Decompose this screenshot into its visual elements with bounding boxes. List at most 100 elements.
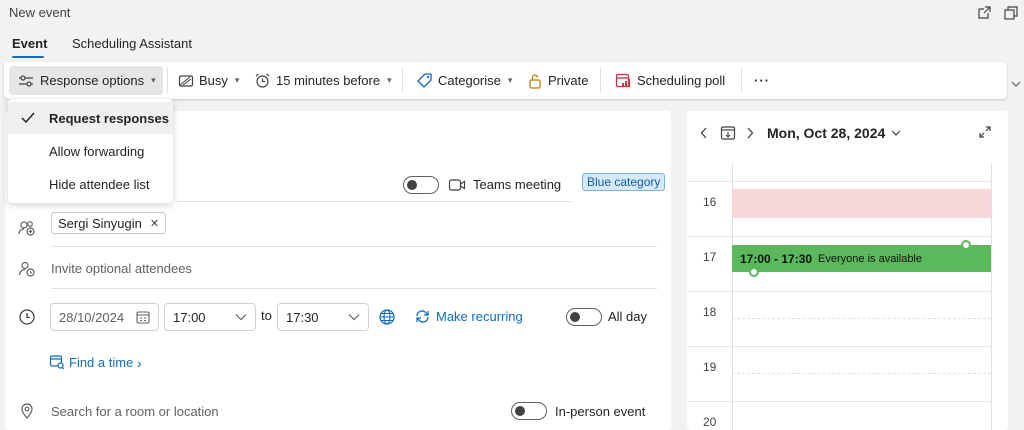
- attendee-name: Sergi Sinyugin: [58, 215, 142, 231]
- chevron-down-icon: [235, 313, 247, 321]
- category-badge[interactable]: Blue category: [582, 173, 666, 191]
- optional-attendees-input[interactable]: Invite optional attendees: [51, 261, 192, 276]
- toolbar-divider: [402, 68, 403, 93]
- more-options-button[interactable]: ···: [754, 62, 770, 99]
- start-time-select[interactable]: 17:00: [164, 303, 256, 331]
- teams-meeting-label: Teams meeting: [473, 177, 562, 192]
- all-day-toggle[interactable]: [566, 308, 602, 326]
- optional-underline: [51, 288, 657, 289]
- menu-item-label: Hide attendee list: [49, 176, 150, 192]
- end-time-value: 17:30: [286, 309, 319, 325]
- pop-out-icon[interactable]: [976, 5, 992, 21]
- lock-icon: [527, 73, 543, 89]
- end-time-select[interactable]: 17:30: [277, 303, 369, 331]
- start-date-field[interactable]: 28/10/2024: [50, 303, 159, 331]
- busy-label: Busy: [199, 73, 228, 88]
- half-hour-line: [732, 318, 991, 319]
- chevron-left-icon[interactable]: [700, 127, 708, 139]
- menu-item-request-responses[interactable]: Request responses: [8, 102, 173, 134]
- half-hour-line: [732, 373, 991, 374]
- menu-item-label: Allow forwarding: [49, 143, 145, 159]
- checkmark-icon: [20, 111, 36, 125]
- scheduling-poll-button[interactable]: Scheduling poll: [615, 62, 725, 99]
- clock-icon: [18, 308, 36, 326]
- hour-label: 17: [703, 250, 717, 264]
- optional-people-icon: [18, 260, 36, 278]
- response-options-menu: Request responses Allow forwarding Hide …: [8, 99, 173, 203]
- hour-line: [687, 291, 991, 292]
- categorise-button[interactable]: Categorise ▾: [416, 62, 512, 99]
- day-calendar-panel: Mon, Oct 28, 2024 16 17 18 19 20 17:00 -…: [687, 111, 1008, 430]
- response-options-label: Response options: [40, 73, 145, 88]
- menu-item-allow-forwarding[interactable]: Allow forwarding: [8, 135, 173, 167]
- title-underline: [176, 201, 571, 202]
- private-button[interactable]: Private: [527, 62, 588, 99]
- restore-icon[interactable]: [1003, 5, 1019, 21]
- recurring-icon: [414, 308, 431, 325]
- toolbar-divider: [600, 68, 601, 93]
- availability-text: Everyone is available: [818, 252, 922, 265]
- start-time-value: 17:00: [173, 309, 206, 325]
- chevron-down-icon: ▾: [151, 75, 156, 85]
- hour-line: [687, 181, 991, 182]
- toolbar-divider: [167, 68, 168, 93]
- reminder-button[interactable]: 15 minutes before ▾: [254, 62, 392, 99]
- hour-label: 18: [703, 305, 717, 319]
- remove-attendee-icon[interactable]: ✕: [150, 217, 159, 230]
- calendar-date-label: Mon, Oct 28, 2024: [767, 125, 886, 141]
- tag-icon: [416, 72, 433, 89]
- tab-scheduling-assistant[interactable]: Scheduling Assistant: [72, 36, 192, 51]
- sliders-icon: [17, 73, 35, 89]
- chevron-right-icon: ›: [137, 355, 142, 371]
- find-time-icon: [49, 354, 65, 370]
- toolbar: Response options ▾ Busy ▾ 15 minutes bef…: [4, 62, 1007, 99]
- calendar-date-picker[interactable]: Mon, Oct 28, 2024: [767, 125, 901, 141]
- reminder-label: 15 minutes before: [276, 73, 381, 88]
- private-label: Private: [548, 73, 589, 88]
- tab-event[interactable]: Event: [12, 36, 47, 51]
- location-pin-icon: [19, 402, 35, 419]
- categorise-label: Categorise: [438, 73, 501, 88]
- response-options-button[interactable]: Response options ▾: [9, 66, 163, 95]
- calendar-border: [991, 163, 992, 430]
- in-person-toggle[interactable]: [511, 402, 547, 420]
- menu-item-hide-attendee-list[interactable]: Hide attendee list: [8, 168, 173, 200]
- busy-time-block: [732, 189, 991, 218]
- globe-icon[interactable]: [378, 308, 396, 326]
- toolbar-divider: [741, 68, 742, 93]
- hour-label: 20: [703, 415, 717, 429]
- chevron-down-icon[interactable]: [1011, 80, 1021, 88]
- make-recurring-button[interactable]: Make recurring: [436, 309, 523, 324]
- chevron-right-icon[interactable]: [746, 127, 754, 139]
- hour-line: [687, 401, 991, 402]
- attendees-underline: [51, 246, 657, 247]
- to-label: to: [261, 308, 272, 323]
- event-resize-handle-top[interactable]: [961, 240, 971, 250]
- expand-icon[interactable]: [978, 125, 992, 139]
- today-calendar-icon[interactable]: [720, 125, 736, 141]
- teams-meeting-toggle[interactable]: [403, 176, 439, 194]
- event-time-range: 17:00 - 17:30: [740, 251, 813, 266]
- poll-calendar-icon: [615, 72, 632, 89]
- attendee-chip[interactable]: Sergi Sinyugin ✕: [51, 212, 167, 234]
- event-resize-handle-bottom[interactable]: [749, 267, 759, 277]
- location-input[interactable]: Search for a room or location: [51, 404, 219, 419]
- chevron-down-icon: [891, 130, 901, 137]
- busy-status-icon: [178, 73, 194, 89]
- chevron-down-icon: ▾: [387, 75, 392, 85]
- new-event-block[interactable]: 17:00 - 17:30 Everyone is available: [732, 245, 991, 272]
- menu-item-label: Request responses: [49, 110, 169, 126]
- chevron-down-icon: ▾: [234, 75, 240, 85]
- video-camera-icon: [448, 177, 466, 193]
- chevron-down-icon: ▾: [507, 75, 513, 85]
- chevron-down-icon: [348, 313, 360, 321]
- hour-label: 16: [703, 195, 717, 209]
- window-title: New event: [9, 5, 71, 20]
- scheduling-poll-label: Scheduling poll: [637, 73, 726, 88]
- find-a-time-link[interactable]: Find a time: [69, 355, 133, 370]
- calendar-icon: [136, 310, 150, 324]
- show-as-busy-button[interactable]: Busy ▾: [178, 62, 239, 99]
- add-people-icon: [18, 219, 36, 237]
- hour-line: [687, 236, 991, 237]
- hour-line: [687, 346, 991, 347]
